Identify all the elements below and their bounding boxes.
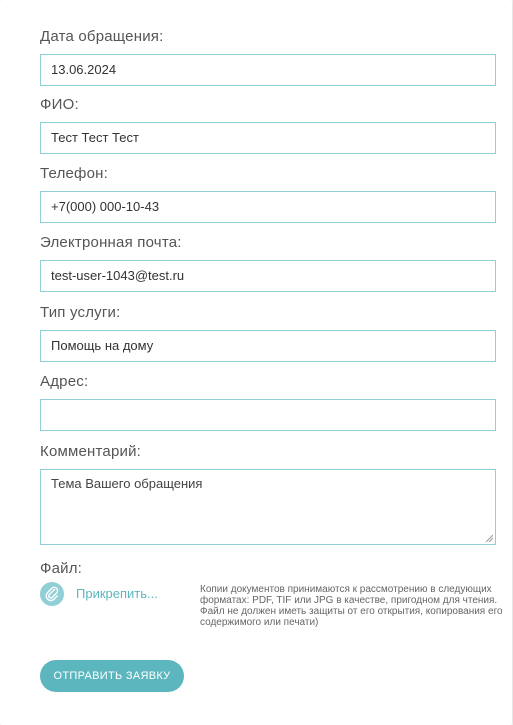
date-field-group: Дата обращения: 13.06.2024 [40, 28, 496, 86]
submit-request-button[interactable]: ОТПРАВИТЬ ЗАЯВКУ [40, 660, 184, 692]
comment-textarea[interactable]: Тема Вашего обращения [40, 469, 496, 545]
resize-handle-icon[interactable] [485, 534, 493, 542]
phone-label: Телефон: [40, 165, 108, 182]
file-field-group: Файл: [40, 560, 496, 578]
phone-input[interactable]: +7(000) 000-10-43 [40, 191, 496, 223]
address-label: Адрес: [40, 373, 89, 390]
comment-field-group: Комментарий: Тема Вашего обращения [40, 443, 496, 545]
phone-field-group: Телефон: +7(000) 000-10-43 [40, 165, 496, 223]
date-label: Дата обращения: [40, 28, 164, 45]
attach-file-link[interactable]: Прикрепить... [76, 586, 158, 601]
email-field-group: Электронная почта: test-user-1043@test.r… [40, 234, 496, 292]
file-label: Файл: [40, 560, 83, 577]
service-type-field-group: Тип услуги: Помощь на дому [40, 304, 496, 362]
email-input[interactable]: test-user-1043@test.ru [40, 260, 496, 292]
comment-label: Комментарий: [40, 443, 142, 460]
request-form-card: Дата обращения: 13.06.2024 ФИО: Тест Тес… [0, 0, 512, 725]
file-attach-row: Прикрепить... Копии документов принимают… [40, 582, 510, 652]
fio-label: ФИО: [40, 96, 79, 113]
file-format-hint: Копии документов принимаются к рассмотре… [200, 584, 503, 628]
fio-input[interactable]: Тест Тест Тест [40, 122, 496, 154]
fio-field-group: ФИО: Тест Тест Тест [40, 96, 496, 154]
service-type-input[interactable]: Помощь на дому [40, 330, 496, 362]
service-type-label: Тип услуги: [40, 304, 121, 321]
comment-text: Тема Вашего обращения [51, 476, 203, 491]
date-input[interactable]: 13.06.2024 [40, 54, 496, 86]
address-field-group: Адрес: [40, 373, 496, 431]
address-input[interactable] [40, 399, 496, 431]
paperclip-icon[interactable] [40, 582, 64, 606]
email-label: Электронная почта: [40, 234, 182, 251]
